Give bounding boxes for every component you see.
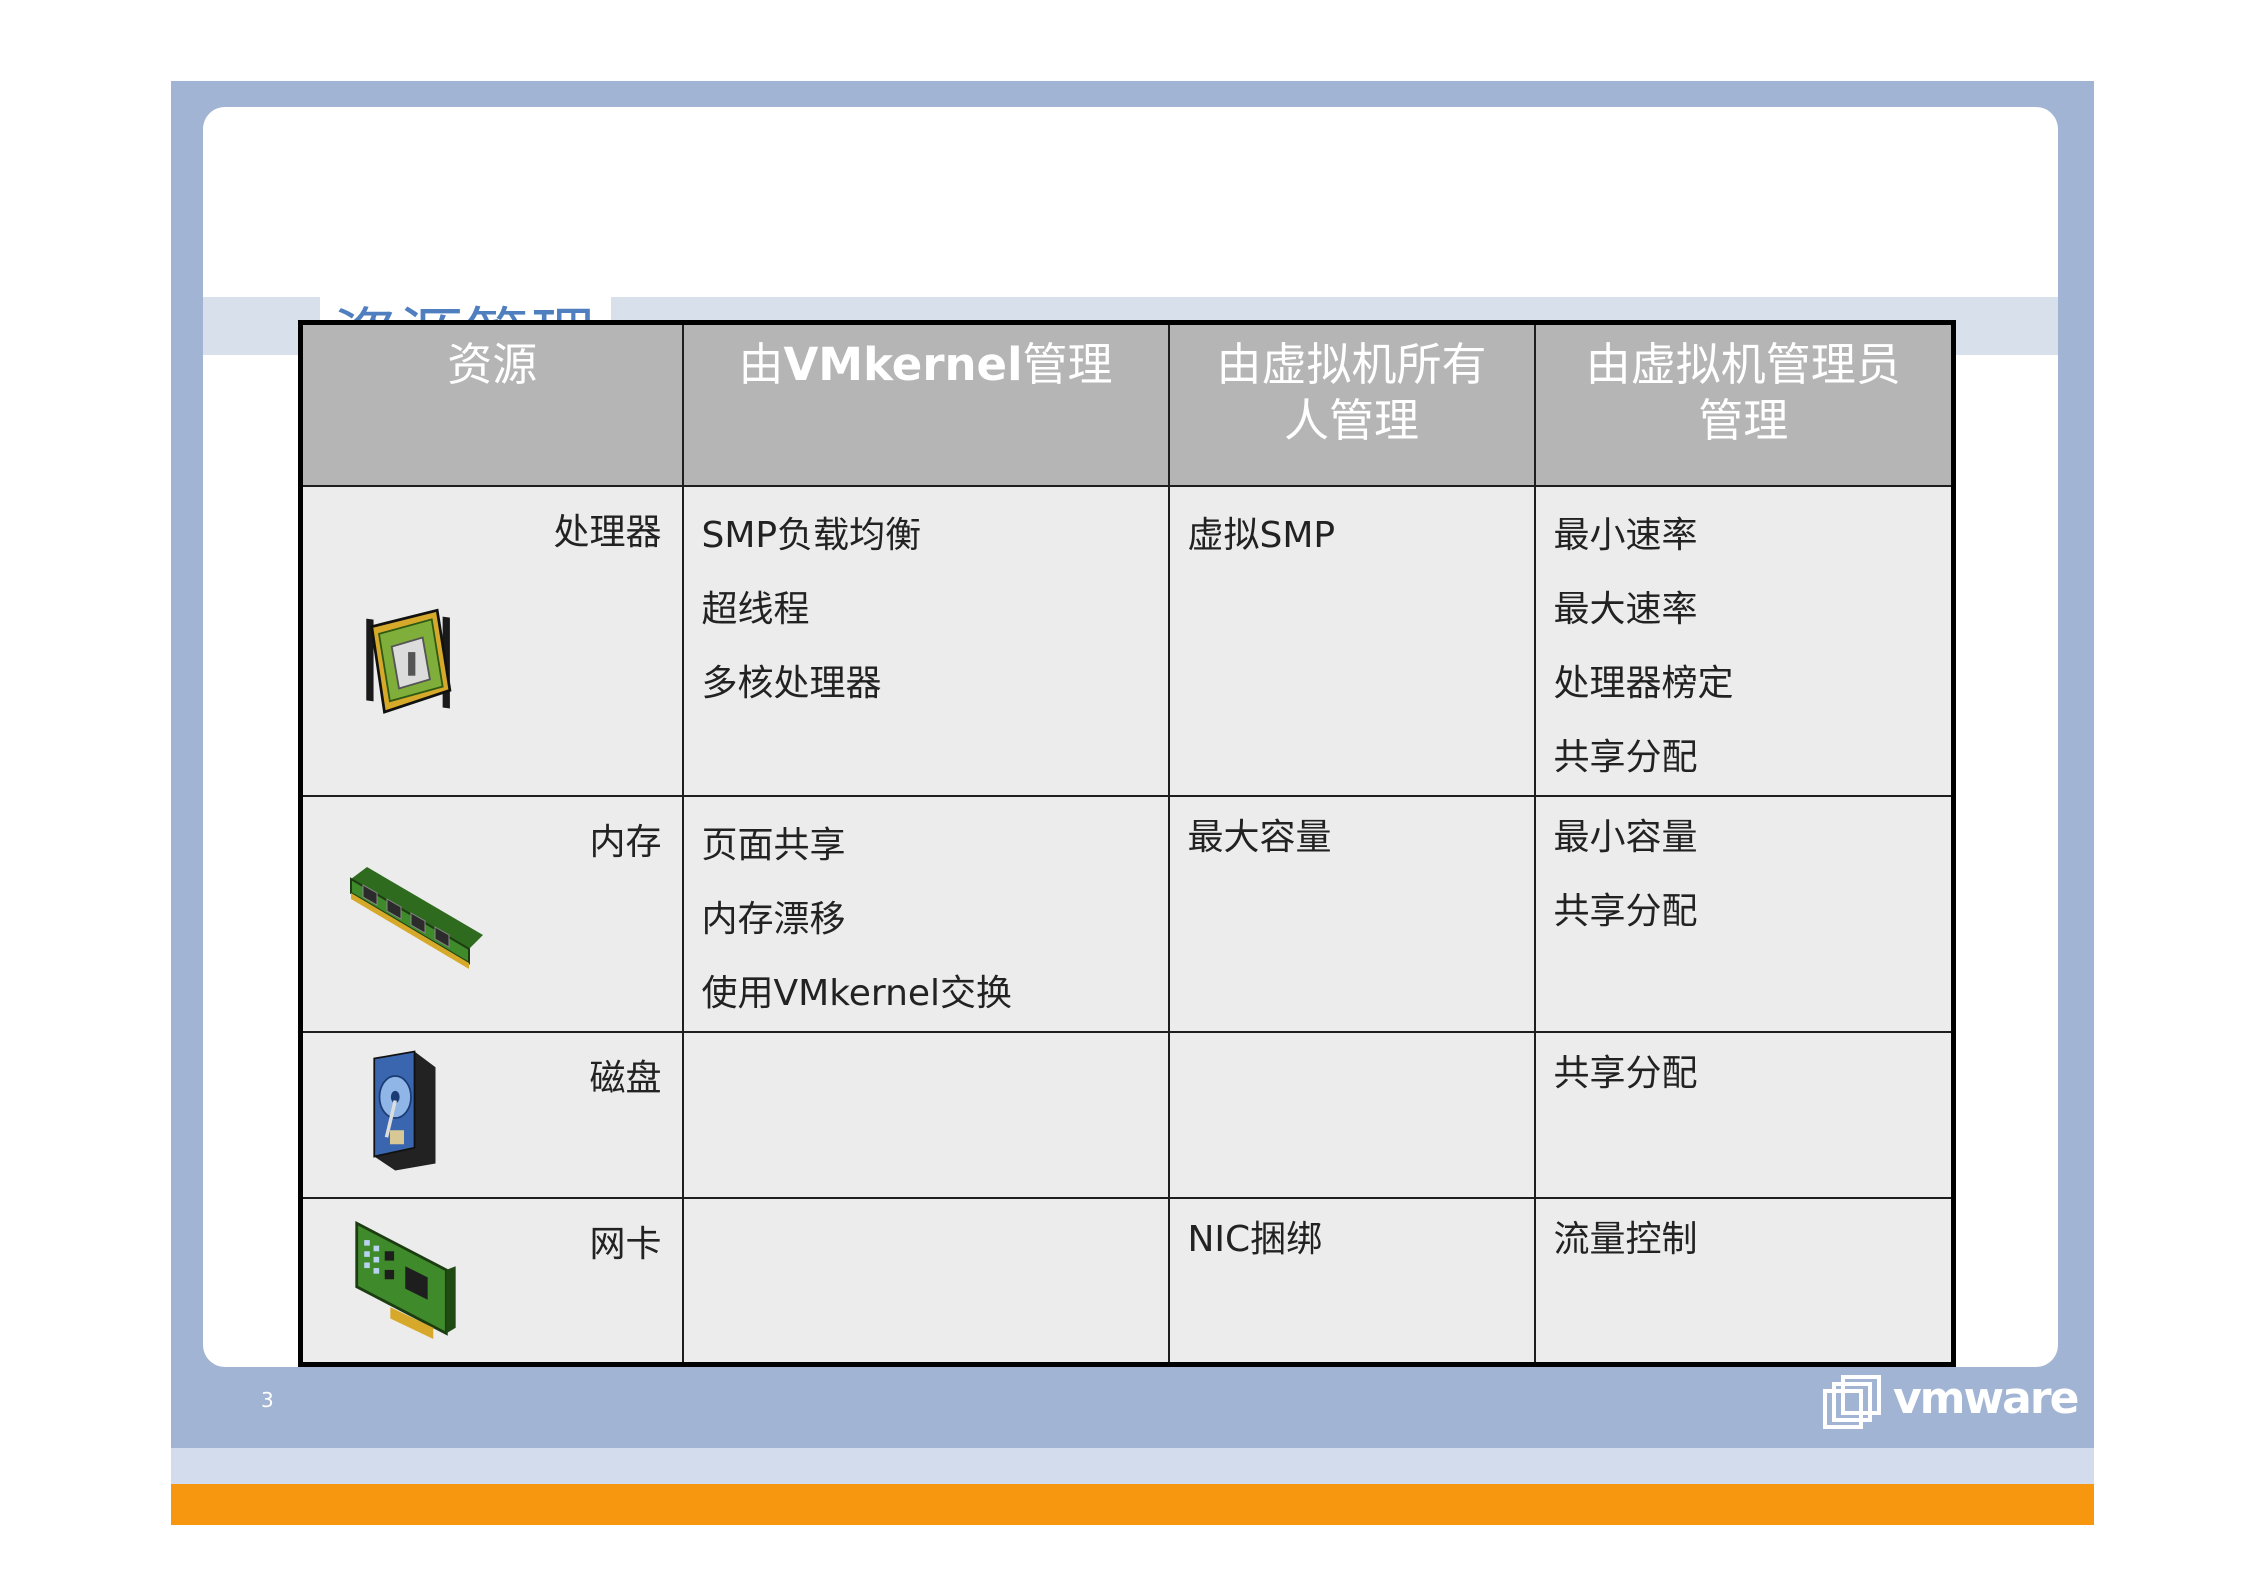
list-item: 最小速率 xyxy=(1553,515,1698,556)
memory-icon xyxy=(350,867,483,969)
owner-cell xyxy=(1167,1031,1536,1199)
resource-table: 资源 由VMkernel管理 由虚拟机所有人管理 由虚拟机管理员管理 处理器 xyxy=(298,320,1956,1367)
owner-cell: NIC捆绑 xyxy=(1167,1197,1536,1365)
resource-cell: 磁盘 xyxy=(299,1031,684,1199)
header-owner-line2: 人管理 xyxy=(1283,394,1419,447)
header-resource: 资源 xyxy=(299,321,684,487)
nic-icon xyxy=(355,1220,456,1339)
resource-name: 内存 xyxy=(589,822,662,863)
header-resource-label: 资源 xyxy=(447,338,538,391)
list-item: 共享分配 xyxy=(1553,891,1698,932)
list-item: 流量控制 xyxy=(1553,1219,1698,1260)
list-item: 超线程 xyxy=(701,589,810,630)
list-item: 虚拟SMP xyxy=(1187,515,1336,556)
page-number: 3 xyxy=(261,1388,274,1412)
list-item: NIC捆绑 xyxy=(1187,1219,1323,1260)
list-item: 使用VMkernel交换 xyxy=(701,973,1013,1014)
resource-cell: 内存 xyxy=(299,795,684,1033)
table-row: 网卡 NIC捆绑 流量控制 xyxy=(299,1197,1955,1365)
resource-cell: 处理器 xyxy=(299,485,684,797)
header-vmkernel-suffix: 管理 xyxy=(1022,338,1113,391)
owner-cell: 最大容量 xyxy=(1167,795,1536,1033)
admin-cell: 最小速率 最大速率 处理器榜定 共享分配 xyxy=(1533,485,1955,797)
list-item: 最大容量 xyxy=(1187,817,1332,858)
header-owner-line1: 由虚拟机所有 xyxy=(1216,338,1487,391)
table-header-row: 资源 由VMkernel管理 由虚拟机所有 人管理 由虚拟机管理员 管理 xyxy=(299,321,1955,487)
list-item: 共享分配 xyxy=(1553,1053,1698,1094)
header-admin-line1: 由虚拟机管理员 xyxy=(1585,338,1901,391)
vmware-logo: vmware xyxy=(1821,1369,2079,1437)
admin-cell: 最小容量 共享分配 xyxy=(1533,795,1955,1033)
vmkernel-cell: SMP负载均衡 超线程 多核处理器 xyxy=(681,485,1170,797)
header-vmkernel: 由VMkernel管理 xyxy=(681,321,1170,487)
owner-cell: 虚拟SMP xyxy=(1167,485,1536,797)
resource-name: 网卡 xyxy=(589,1224,662,1265)
header-admin-line2: 管理 xyxy=(1698,394,1789,447)
resource-cell: 网卡 xyxy=(299,1197,684,1365)
footer-stripe-light xyxy=(171,1448,2094,1484)
cpu-icon xyxy=(366,608,452,714)
disk-icon xyxy=(373,1050,436,1171)
footer-stripe-orange xyxy=(171,1484,2094,1525)
list-item: 最大速率 xyxy=(1553,589,1698,630)
list-item: 处理器榜定 xyxy=(1553,663,1734,704)
header-admin: 由虚拟机管理员 管理 xyxy=(1533,321,1955,487)
vmkernel-cell xyxy=(681,1031,1170,1199)
header-vmkernel-prefix: 由 xyxy=(738,338,784,391)
vmkernel-cell: 页面共享 内存漂移 使用VMkernel交换 xyxy=(681,795,1170,1033)
resource-name: 磁盘 xyxy=(589,1058,662,1099)
list-item: 多核处理器 xyxy=(701,663,882,704)
admin-cell: 流量控制 xyxy=(1533,1197,1955,1365)
resource-name: 处理器 xyxy=(553,512,662,553)
header-vmkernel-bold: VMkernel xyxy=(783,338,1023,391)
vmware-logo-icon xyxy=(1823,1375,1881,1429)
admin-cell: 共享分配 xyxy=(1533,1031,1955,1199)
table-row: 处理器 SMP负载均衡 超线程 多核处理器 虚拟SMP 最小速率 最大速率 处理… xyxy=(299,485,1955,797)
vmware-logo-text: vmware xyxy=(1893,1373,2079,1424)
list-item: 页面共享 xyxy=(701,825,846,866)
list-item: SMP负载均衡 xyxy=(701,515,922,556)
table-row: 磁盘 共享分配 xyxy=(299,1031,1955,1199)
list-item: 最小容量 xyxy=(1553,817,1698,858)
table-row: 内存 页面共享 内存漂移 使用VMkernel交换 最大容量 最小容量 共享分配 xyxy=(299,795,1955,1033)
header-owner: 由虚拟机所有 人管理 xyxy=(1167,321,1536,487)
vmkernel-cell xyxy=(681,1197,1170,1365)
list-item: 内存漂移 xyxy=(701,899,846,940)
list-item: 共享分配 xyxy=(1553,737,1698,778)
